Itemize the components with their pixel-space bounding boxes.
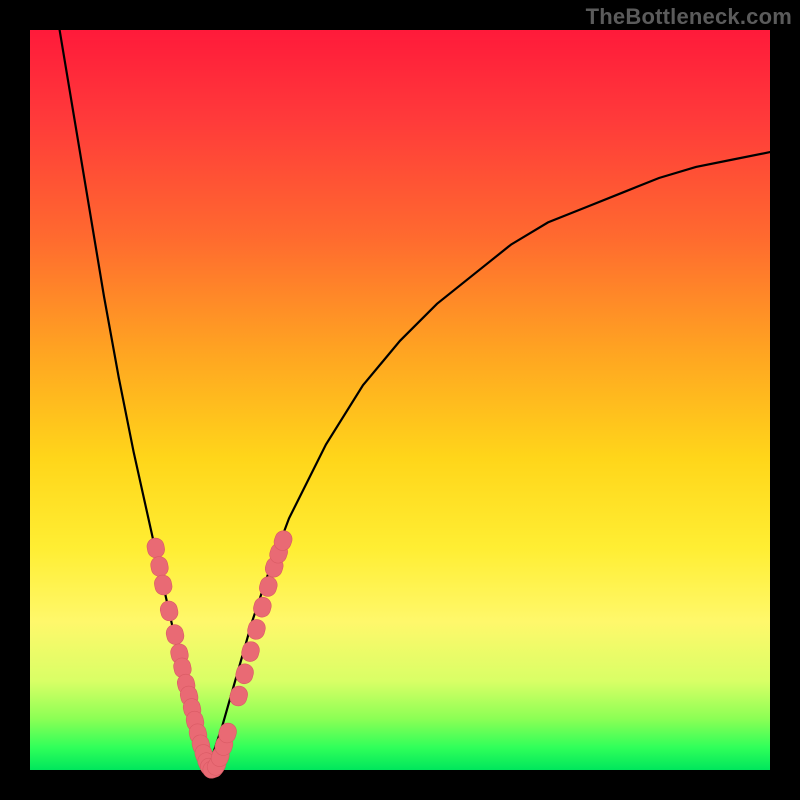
highlight-dot	[246, 618, 268, 642]
highlight-dot	[146, 537, 167, 560]
highlight-dot	[159, 599, 180, 622]
highlight-dot	[153, 573, 174, 596]
highlight-dot	[228, 684, 250, 708]
curve-right-branch	[208, 152, 770, 770]
chart-frame: TheBottleneck.com	[0, 0, 800, 800]
plot-area	[30, 30, 770, 770]
watermark-text: TheBottleneck.com	[586, 4, 792, 30]
highlight-dot	[240, 640, 262, 664]
highlight-dot	[164, 623, 185, 646]
highlight-dot	[149, 555, 170, 578]
highlight-dot	[234, 662, 256, 686]
highlighted-dots-group	[146, 528, 295, 781]
chart-svg	[30, 30, 770, 770]
